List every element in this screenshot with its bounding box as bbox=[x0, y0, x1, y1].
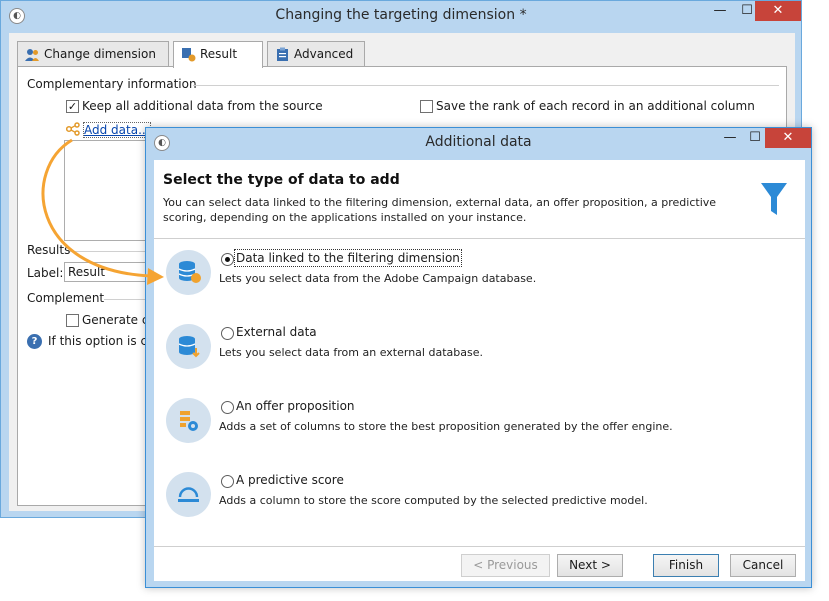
radio-offer[interactable] bbox=[221, 401, 234, 414]
header-description: You can select data linked to the filter… bbox=[163, 196, 717, 224]
close-button[interactable]: ✕ bbox=[755, 1, 801, 21]
additional-data-list[interactable] bbox=[64, 140, 154, 241]
radio-linked-data[interactable] bbox=[221, 253, 234, 266]
tab-label: Result bbox=[200, 47, 238, 61]
share-icon bbox=[66, 122, 80, 136]
option-predictive-desc: Adds a column to store the score compute… bbox=[219, 494, 648, 507]
option-external-label[interactable]: External data bbox=[236, 325, 317, 339]
funnel-icon bbox=[761, 183, 787, 215]
help-icon: ? bbox=[27, 334, 42, 349]
add-data-link[interactable]: Add data... bbox=[83, 122, 151, 138]
dialog-client: Select the type of data to add You can s… bbox=[154, 160, 805, 581]
save-rank-checkbox[interactable] bbox=[420, 100, 433, 113]
keep-data-label: Keep all additional data from the source bbox=[82, 99, 323, 113]
option-linked-desc: Lets you select data from the Adobe Camp… bbox=[219, 272, 537, 285]
additional-data-dialog: ◐ Additional data — ☐ ✕ Select the type … bbox=[145, 127, 812, 588]
option-offer-desc: Adds a set of columns to store the best … bbox=[219, 420, 673, 433]
header-title: Select the type of data to add bbox=[163, 172, 400, 188]
tab-label: Change dimension bbox=[44, 47, 156, 61]
users-icon bbox=[25, 49, 39, 61]
close-button[interactable]: ✕ bbox=[765, 128, 811, 148]
keep-data-checkbox[interactable]: ✓ bbox=[66, 100, 79, 113]
offer-gear-icon bbox=[166, 398, 211, 443]
dialog-title: Additional data bbox=[425, 134, 532, 150]
minimize-button[interactable]: — bbox=[707, 1, 733, 21]
previous-button[interactable]: < Previous bbox=[461, 554, 550, 577]
label-field-input[interactable]: Result bbox=[64, 262, 154, 282]
database-linked-icon bbox=[166, 250, 211, 295]
tab-result[interactable]: Result bbox=[173, 41, 263, 68]
window-title: Changing the targeting dimension * bbox=[275, 7, 527, 23]
tab-advanced[interactable]: Advanced bbox=[267, 41, 365, 67]
header-divider bbox=[154, 238, 805, 239]
label-field-label: Label: bbox=[27, 266, 64, 280]
footer-divider bbox=[154, 546, 805, 547]
tab-change-dimension[interactable]: Change dimension bbox=[17, 41, 169, 67]
finish-button[interactable]: Finish bbox=[653, 554, 719, 577]
title-bar[interactable]: ◐ Changing the targeting dimension * — ☐… bbox=[1, 1, 801, 33]
tab-label: Advanced bbox=[294, 47, 354, 61]
option-predictive-label[interactable]: A predictive score bbox=[236, 473, 344, 487]
next-button[interactable]: Next > bbox=[557, 554, 623, 577]
save-rank-label: Save the rank of each record in an addit… bbox=[436, 99, 755, 113]
radio-external-data[interactable] bbox=[221, 327, 234, 340]
minimize-button[interactable]: — bbox=[717, 128, 743, 148]
results-label: Results bbox=[27, 243, 71, 257]
complement-label: Complement bbox=[27, 291, 105, 305]
option-external-desc: Lets you select data from an external da… bbox=[219, 346, 483, 359]
group-divider bbox=[70, 251, 150, 252]
cancel-button[interactable]: Cancel bbox=[730, 554, 796, 577]
predictive-model-icon bbox=[166, 472, 211, 517]
clipboard-icon bbox=[277, 47, 288, 61]
option-offer-label[interactable]: An offer proposition bbox=[236, 399, 355, 413]
database-import-icon bbox=[166, 324, 211, 369]
result-gear-icon bbox=[182, 48, 196, 62]
option-linked-label[interactable]: Data linked to the filtering dimension bbox=[234, 249, 462, 267]
radio-predictive[interactable] bbox=[221, 475, 234, 488]
dialog-title-bar[interactable]: ◐ Additional data — ☐ ✕ bbox=[146, 128, 811, 160]
group-divider bbox=[193, 85, 779, 86]
generate-checkbox[interactable] bbox=[66, 314, 79, 327]
complementary-info-label: Complementary information bbox=[27, 77, 197, 91]
